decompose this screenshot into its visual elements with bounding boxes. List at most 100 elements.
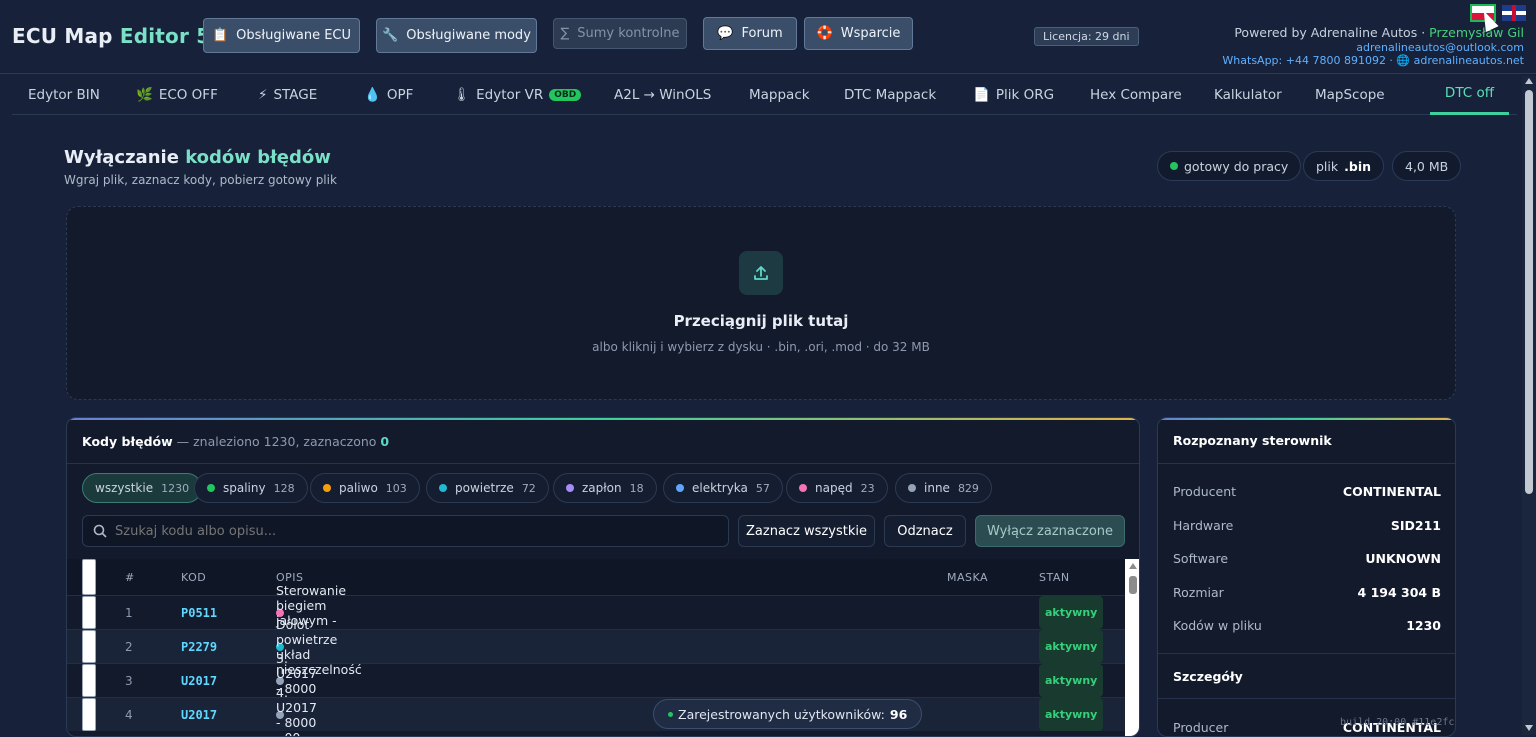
license-badge: Licencja: 29 dni xyxy=(1034,27,1139,46)
lightning-icon: ⚡ xyxy=(258,86,268,103)
codes-header: Kody błędów — znaleziono 1230, zaznaczon… xyxy=(82,434,390,449)
supported-ecu-button[interactable]: 📋 Obsługiwane ECU xyxy=(203,18,360,53)
upload-icon xyxy=(739,251,783,295)
tab-mapscope[interactable]: MapScope xyxy=(1315,74,1385,115)
scroll-thumb xyxy=(1129,576,1137,594)
row-checkbox[interactable] xyxy=(82,698,96,731)
uk-flag-icon[interactable] xyxy=(1502,5,1526,21)
divider xyxy=(1158,698,1455,699)
ecu-panel-title: Rozpoznany sterownik xyxy=(1173,433,1332,448)
status-badge: aktywny xyxy=(1039,596,1104,629)
table-row[interactable]: 2 P2279 Dolot powietrze układ nieszczeln… xyxy=(67,617,1125,677)
table-header: # KOD OPIS MASKA STAN xyxy=(67,559,1125,595)
table-scrollbar[interactable] xyxy=(1125,559,1139,736)
sigma-icon: ∑ xyxy=(560,26,570,41)
thermometer-icon: 🌡 xyxy=(453,86,471,103)
forum-button[interactable]: 💬 Forum xyxy=(703,17,797,50)
email-link[interactable]: adrenalineautos@outlook.com xyxy=(1356,41,1524,54)
tab-kalkulator[interactable]: Kalkulator xyxy=(1214,74,1282,115)
whatsapp-link[interactable]: WhatsApp: +44 7800 891092 · 🌐 adrenaline… xyxy=(1222,54,1524,67)
filter-zaplon[interactable]: zapłon 18 xyxy=(553,473,657,503)
build-info: build 20:00 #11e2fc xyxy=(1340,717,1455,728)
tab-eco-off[interactable]: 🌿 ECO OFF xyxy=(136,74,218,115)
row-checkbox[interactable] xyxy=(82,630,96,663)
table-row[interactable]: 4 U2017 4. U2017 - 8000 - 00 aktywny xyxy=(67,685,1125,736)
filter-naped[interactable]: napęd 23 xyxy=(786,473,888,503)
scroll-thumb xyxy=(1525,90,1533,494)
details-title: Szczegóły xyxy=(1173,669,1243,684)
category-dot-icon xyxy=(566,484,574,492)
category-dot-icon xyxy=(676,484,684,492)
tab-edytor-bin[interactable]: Edytor BIN xyxy=(28,74,100,115)
tab-mappack[interactable]: Mappack xyxy=(749,74,810,115)
divider xyxy=(1158,463,1455,464)
ecu-field: Hardware SID211 xyxy=(1173,518,1441,533)
page-scrollbar[interactable] xyxy=(1522,76,1536,735)
deselect-button[interactable]: Odznacz xyxy=(884,515,966,547)
row-checkbox[interactable] xyxy=(82,596,96,629)
support-button[interactable]: 🛟 Wsparcie xyxy=(804,17,913,50)
filter-inne[interactable]: inne 829 xyxy=(895,473,992,503)
tab-opf[interactable]: 💧 OPF xyxy=(364,74,413,115)
users-toast: Zarejestrowanych użytkowników: 96 xyxy=(653,699,923,729)
divider xyxy=(67,463,1139,464)
scroll-down-icon xyxy=(1525,725,1533,731)
status-badge: aktywny xyxy=(1039,698,1104,731)
filter-spaliny[interactable]: spaliny 128 xyxy=(194,473,308,503)
main-tabs: Edytor BIN 🌿 ECO OFF ⚡ STAGE 💧 OPF 🌡 Edytor … xyxy=(12,74,1517,115)
status-badge: aktywny xyxy=(1039,664,1104,697)
tab-hex-compare[interactable]: Hex Compare xyxy=(1090,74,1182,115)
file-type-chip: plik .bin xyxy=(1303,151,1385,181)
status-chip: gotowy do pracy xyxy=(1157,151,1302,181)
wrench-icon: 🔧 xyxy=(382,28,399,43)
filter-all[interactable]: wszystkie 1230 xyxy=(82,473,203,503)
file-dropzone[interactable]: Przeciągnij plik tutaj albo kliknij i wy… xyxy=(66,206,1456,400)
checksums-button[interactable]: ∑ Sumy kontrolne xyxy=(553,18,687,49)
filter-elektryka[interactable]: elektryka 57 xyxy=(663,473,783,503)
obd-badge: OBD xyxy=(549,88,582,101)
category-dot-icon xyxy=(908,484,916,492)
disable-selected-button[interactable]: Wyłącz zaznaczone xyxy=(975,515,1125,547)
table-row[interactable]: 1 P0511 Sterowanie biegiem jałowym - obw… xyxy=(67,583,1125,643)
tab-dtc-mappack[interactable]: DTC Mappack xyxy=(844,74,936,115)
select-all-checkbox[interactable] xyxy=(82,559,96,595)
dropzone-title: Przeciągnij plik tutaj xyxy=(673,312,849,330)
file-size-chip: 4,0 MB xyxy=(1392,151,1462,181)
accent-line xyxy=(67,418,1139,420)
ecu-panel: Rozpoznany sterownik Producent CONTINENTA… xyxy=(1157,417,1456,737)
category-dot-icon xyxy=(207,484,215,492)
tab-stage[interactable]: ⚡ STAGE xyxy=(258,74,317,115)
lifebuoy-icon: 🛟 xyxy=(816,26,833,41)
filter-powietrze[interactable]: powietrze 72 xyxy=(426,473,549,503)
document-icon: 📄 xyxy=(973,86,990,103)
online-dot-icon xyxy=(668,711,673,717)
table-row[interactable]: 3 U2017 3. U2017 - 8000 - 00 aktywny xyxy=(67,651,1125,711)
tab-edytor-vr[interactable]: 🌡 Edytor VR OBD xyxy=(453,74,582,115)
top-bar: ECU Map Editor 5.5 📋 Obsługiwane ECU 🔧 Obs… xyxy=(0,0,1536,74)
search-input[interactable] xyxy=(115,523,675,539)
category-dot-icon xyxy=(799,484,807,492)
error-codes-panel: Kody błędów — znaleziono 1230, zaznaczon… xyxy=(66,417,1140,737)
user-name[interactable]: Przemysław Gil xyxy=(1429,25,1524,40)
page-subtitle: Wgraj plik, zaznacz kody, pobierz gotowy… xyxy=(64,173,337,187)
droplet-icon: 💧 xyxy=(364,86,381,103)
supported-mods-button[interactable]: 🔧 Obsługiwane mody xyxy=(376,18,537,53)
category-dot-icon xyxy=(439,484,447,492)
tab-a2l-winols[interactable]: A2L → WinOLS xyxy=(614,74,711,115)
dropzone-subtitle: albo kliknij i wybierz z dysku · .bin, .… xyxy=(592,340,930,354)
filter-paliwo[interactable]: paliwo 103 xyxy=(310,473,420,503)
tab-dtc-off[interactable]: DTC off xyxy=(1430,74,1509,115)
ecu-field: Software UNKNOWN xyxy=(1173,551,1441,566)
ecu-field: Rozmiar 4 194 304 B xyxy=(1173,585,1441,600)
category-dot-icon xyxy=(323,484,331,492)
app-title: ECU Map Editor 5.5 xyxy=(12,24,233,48)
powered-by: Powered by Adrenaline Autos · Przemysław… xyxy=(1234,25,1524,40)
leaf-icon: 🌿 xyxy=(136,86,153,103)
clipboard-icon: 📋 xyxy=(211,28,229,43)
tab-plik-org[interactable]: 📄 Plik ORG xyxy=(973,74,1054,115)
search-box xyxy=(82,515,729,547)
speech-bubble-icon: 💬 xyxy=(717,26,734,41)
row-checkbox[interactable] xyxy=(82,664,96,697)
status-badge: aktywny xyxy=(1039,630,1104,663)
select-all-button[interactable]: Zaznacz wszystkie xyxy=(738,515,875,547)
